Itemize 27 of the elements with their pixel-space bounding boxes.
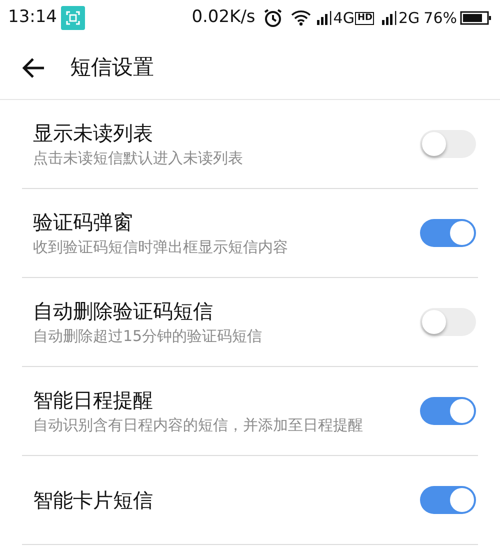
setting-description: 自动删除超过15分钟的验证码短信 [33, 326, 264, 347]
hd-badge: HD [355, 12, 374, 24]
setting-title: 智能日程提醒 [33, 387, 154, 414]
battery-percent: 76% [424, 8, 457, 29]
setting-title: 显示未读列表 [33, 120, 154, 147]
network-speed: 0.02K/s [192, 6, 256, 30]
clock-time: 13:14 [8, 6, 57, 30]
network-type: 4G [333, 8, 354, 29]
screenshot-icon [61, 6, 85, 30]
setting-description: 点击未读短信默认进入未读列表 [33, 148, 244, 169]
setting-description: 自动识别含有日程内容的短信，并添加至日程提醒 [33, 415, 364, 436]
wifi-icon [291, 10, 312, 26]
page-title: 短信设置 [70, 54, 154, 81]
network-type: 2G [398, 8, 420, 29]
toggle-switch[interactable] [420, 397, 476, 425]
setting-description: 收到验证码短信时弹出框显示短信内容 [33, 237, 289, 258]
toggle-switch[interactable] [420, 219, 476, 247]
toggle-switch[interactable] [420, 130, 476, 158]
toggle-switch[interactable] [420, 308, 476, 336]
setting-title: 智能卡片短信 [33, 487, 154, 514]
signal-icon [382, 11, 398, 25]
signal-icon [317, 11, 334, 25]
alarm-clock-icon [263, 8, 284, 28]
setting-title: 验证码弹窗 [33, 209, 134, 236]
toggle-switch[interactable] [420, 486, 476, 514]
battery-icon [460, 11, 492, 25]
setting-title: 自动删除验证码短信 [33, 298, 214, 325]
